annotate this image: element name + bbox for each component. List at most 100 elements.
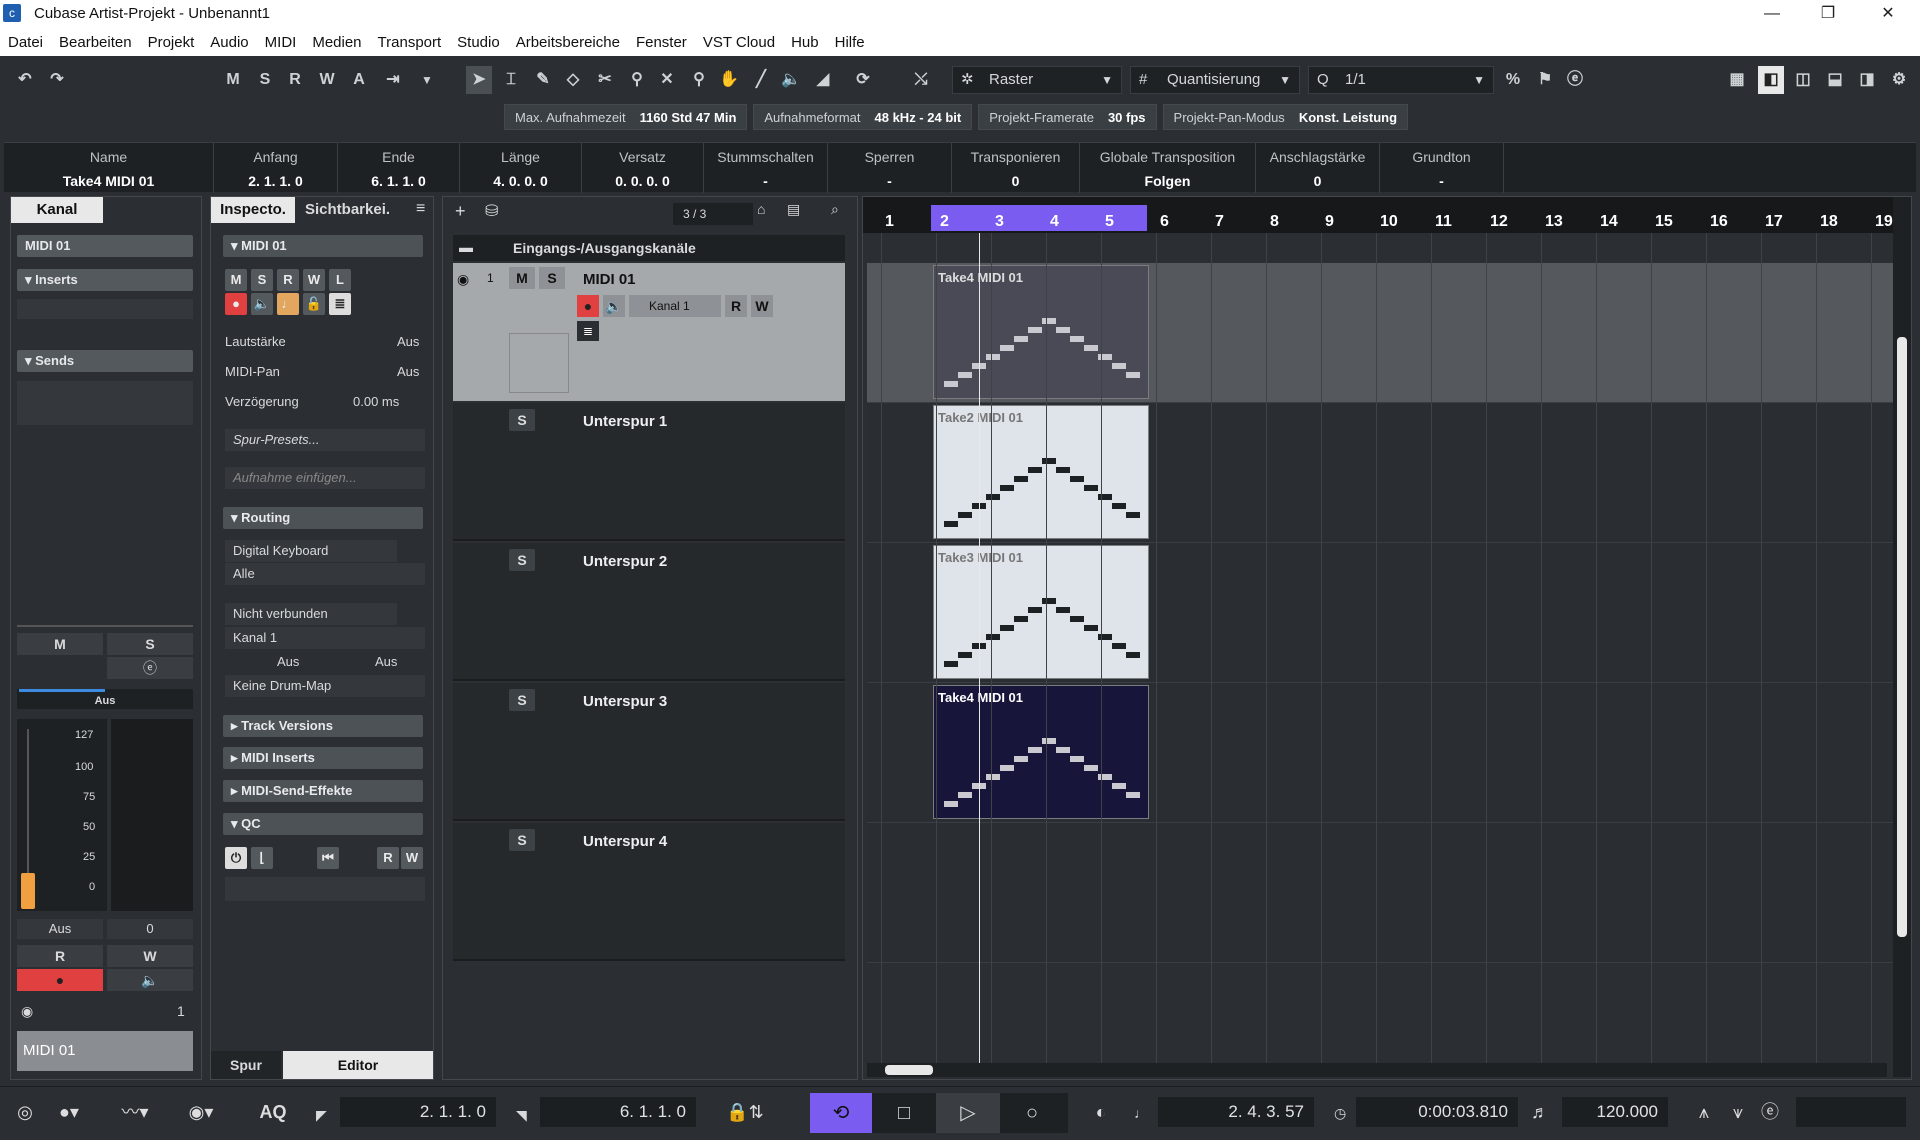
track-name-header[interactable]: ▾ MIDI 01: [223, 235, 423, 257]
fader-handle[interactable]: [21, 873, 35, 909]
menu-transport[interactable]: Transport: [378, 34, 442, 51]
menu-projekt[interactable]: Projekt: [148, 34, 195, 51]
right-zone-icon[interactable]: ◨: [1854, 66, 1880, 94]
inspector-record-icon[interactable]: ●: [225, 293, 247, 315]
play-tool-icon[interactable]: 🔈: [778, 66, 804, 94]
midi-note[interactable]: [1014, 616, 1028, 622]
midi-note[interactable]: [944, 661, 958, 667]
ruler[interactable]: 1 2 3 4 5 6 7 8 9 10 11 12 13 14 15 16 17 18 19: [863, 197, 1893, 233]
midi-note[interactable]: [1028, 747, 1042, 753]
split-icon[interactable]: ✂: [592, 66, 618, 94]
menu-hilfe[interactable]: Hilfe: [835, 34, 865, 51]
midi-event[interactable]: Take4 MIDI 01: [933, 265, 1149, 399]
arrange-lane-4[interactable]: [867, 823, 1893, 963]
left-zone-icon[interactable]: ◧: [1758, 66, 1784, 94]
midi-note[interactable]: [1126, 512, 1140, 518]
menu-medien[interactable]: Medien: [312, 34, 361, 51]
midi-icon[interactable]: ◉▾: [176, 1097, 226, 1127]
midi-note[interactable]: [1028, 607, 1042, 613]
midi-note[interactable]: [944, 521, 958, 527]
undo-icon[interactable]: ↶: [12, 66, 38, 94]
read-automation-button[interactable]: R: [17, 945, 103, 967]
midi-note[interactable]: [1028, 467, 1042, 473]
midi-inserts-section[interactable]: ▸ MIDI Inserts: [223, 747, 423, 769]
add-track-icon[interactable]: +: [455, 201, 466, 222]
cycle-icon[interactable]: ⟲: [810, 1093, 872, 1133]
sync-icon[interactable]: ⓔ: [1752, 1097, 1788, 1127]
solo-all-button[interactable]: S: [252, 66, 278, 94]
midi-note[interactable]: [1028, 327, 1042, 333]
edit-channel-icon[interactable]: ⓔ: [107, 657, 193, 679]
input-routing-dropdown[interactable]: Digital Keyboard: [225, 540, 397, 562]
glue-icon[interactable]: ⚲: [624, 66, 650, 94]
midi-note[interactable]: [1056, 467, 1070, 473]
bank-value[interactable]: Aus: [277, 651, 299, 673]
midi-note[interactable]: [1042, 458, 1056, 464]
vertical-scroll-thumb[interactable]: [1897, 337, 1907, 937]
midi-note[interactable]: [1000, 345, 1014, 351]
tab-editor[interactable]: Editor: [283, 1051, 433, 1079]
qc-mode-icon[interactable]: ⌊: [251, 847, 273, 869]
channel-name[interactable]: MIDI 01: [17, 235, 193, 257]
track-write-button[interactable]: W: [751, 295, 773, 317]
chevron-down-icon[interactable]: ▼: [414, 66, 440, 94]
audio-icon[interactable]: 〰▾: [110, 1097, 160, 1127]
midi-note[interactable]: [1000, 625, 1014, 631]
volume-fader[interactable]: 127 100 75 50 25 0: [17, 719, 107, 911]
info-mute[interactable]: Stummschalten -: [704, 143, 828, 193]
lane-track[interactable]: S Unterspur 2: [453, 543, 845, 681]
list-icon[interactable]: ▤: [787, 201, 800, 218]
midi-note[interactable]: [1070, 336, 1084, 342]
precount-icon[interactable]: ⩛: [1720, 1097, 1756, 1127]
info-global-transpose[interactable]: Globale Transposition Folgen: [1080, 143, 1256, 193]
play-icon[interactable]: ▷: [936, 1093, 1000, 1133]
lane-solo-button[interactable]: S: [509, 689, 535, 711]
tab-inspector[interactable]: Inspecto.: [211, 197, 295, 223]
qc-write-icon[interactable]: W: [401, 847, 423, 869]
midi-note[interactable]: [1014, 756, 1028, 762]
pan-control[interactable]: Aus: [17, 689, 193, 709]
midi-note[interactable]: [986, 494, 1000, 500]
redo-icon[interactable]: ↷: [44, 66, 70, 94]
track-record-icon[interactable]: ●: [577, 295, 599, 317]
punch-in-icon[interactable]: ◐: [1076, 1097, 1126, 1127]
midi-note[interactable]: [944, 381, 958, 387]
midi-note[interactable]: [986, 634, 1000, 640]
info-end[interactable]: Ende 6. 1. 1. 0: [338, 143, 460, 193]
line-icon[interactable]: ╱: [748, 66, 774, 94]
info-offset[interactable]: Versatz 0. 0. 0. 0: [582, 143, 704, 193]
midi-note[interactable]: [1084, 765, 1098, 771]
write-all-button[interactable]: W: [314, 66, 340, 94]
midi-note[interactable]: [1070, 756, 1084, 762]
midi-note[interactable]: [1056, 747, 1070, 753]
track-channel-dropdown[interactable]: Kanal 1: [629, 295, 721, 317]
info-transpose[interactable]: Transponieren 0: [952, 143, 1080, 193]
flag-icon[interactable]: ⚑: [1532, 66, 1558, 94]
folder-track[interactable]: ▬ Eingangs-/Ausgangskanäle: [453, 235, 845, 261]
tab-kanal[interactable]: Kanal: [11, 197, 103, 223]
qc-read-icon[interactable]: R: [377, 847, 399, 869]
snap-type-dropdown[interactable]: ✲ Raster ▼: [952, 66, 1122, 94]
midi-note[interactable]: [1112, 503, 1126, 509]
position-time-field[interactable]: 0:00:03.810: [1356, 1097, 1518, 1127]
monitor-icon[interactable]: 🔈: [107, 969, 193, 991]
status-rec-time[interactable]: Max. Aufnahmezeit 1160 Std 47 Min: [504, 104, 748, 130]
info-root-key[interactable]: Grundton -: [1380, 143, 1504, 193]
inspector-write-button[interactable]: W: [303, 269, 325, 291]
auto-fade-icon[interactable]: ⤯: [908, 66, 934, 94]
midi-note[interactable]: [1000, 485, 1014, 491]
delay-value[interactable]: 0.00 ms: [353, 391, 399, 413]
settings-icon[interactable]: ⚙: [1886, 66, 1912, 94]
menu-fenster[interactable]: Fenster: [636, 34, 687, 51]
quantize-dropdown[interactable]: # Quantisierung ▼: [1130, 66, 1300, 94]
lane-track[interactable]: S Unterspur 1: [453, 403, 845, 541]
midi-note[interactable]: [1014, 336, 1028, 342]
lane-solo-button[interactable]: S: [509, 409, 535, 431]
midi-pan-value[interactable]: Aus: [397, 361, 419, 383]
info-lock[interactable]: Sperren -: [828, 143, 952, 193]
color-tool-icon[interactable]: ◢: [810, 66, 836, 94]
hand-icon[interactable]: ✋: [716, 66, 742, 94]
lower-zone-icon[interactable]: ⬓: [1822, 66, 1848, 94]
horizontal-scrollbar[interactable]: [867, 1063, 1887, 1077]
position-musical-field[interactable]: 2. 4. 3. 57: [1158, 1097, 1314, 1127]
